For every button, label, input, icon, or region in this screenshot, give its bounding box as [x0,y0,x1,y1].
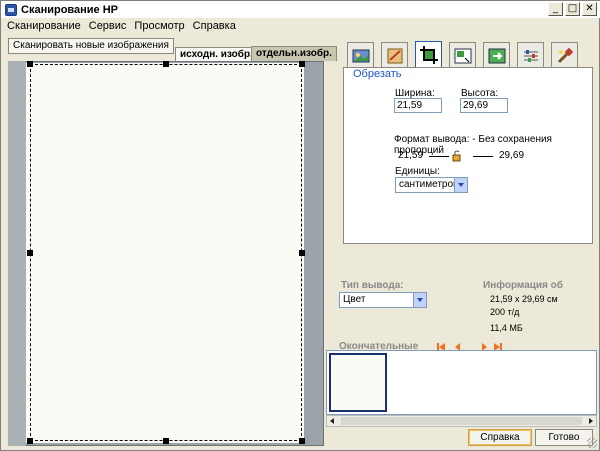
main-window: Сканирование HP _ □ ✕ Сканирование Серви… [0,0,600,451]
crop-handle-bottom[interactable] [163,438,169,444]
unlock-aspect-icon[interactable] [452,150,462,162]
crop-handle-top[interactable] [163,61,169,67]
output-type-select[interactable]: Цвет [339,292,427,308]
scrollbar-track[interactable] [341,417,582,425]
info-dimensions: 21,59 x 29,69 см [490,294,558,304]
window-title: Сканирование HP [21,3,119,16]
ratio-width-value: 21,59 [398,150,424,161]
units-select[interactable]: сантиметров [395,177,468,193]
tab-separate-image[interactable]: отдельн.изобр. [251,46,337,61]
final-image-thumbnail[interactable] [329,353,387,412]
title-bar[interactable]: Сканирование HP _ □ ✕ [1,1,600,18]
done-button[interactable]: Готово [535,429,593,446]
scroll-left-icon[interactable] [327,416,339,426]
chevron-down-icon [413,293,426,307]
info-file-size: 11,4 МБ [490,323,523,333]
crop-handle-bottom-left[interactable] [27,438,33,444]
height-field[interactable]: 29,69 [460,98,508,113]
units-label: Единицы: [395,166,440,177]
ratio-link-line-right [473,156,493,157]
scan-new-images-button[interactable]: Сканировать новые изображения [8,38,174,54]
crop-icon [420,46,438,64]
tool-tab-color[interactable] [483,42,510,67]
crop-handle-bottom-right[interactable] [299,438,305,444]
crop-handle-left[interactable] [27,250,33,256]
tab-original-image[interactable]: исходн. изобр. [175,47,258,61]
tool-tab-tone[interactable] [517,42,544,67]
resize-icon [454,48,472,64]
tool-tab-advanced[interactable] [551,42,578,67]
tool-tab-adjust[interactable] [381,42,408,67]
ratio-link-line-left [429,156,449,157]
resize-grip-icon[interactable] [587,438,597,448]
menu-bar: Сканирование Сервис Просмотр Справка [1,18,600,34]
width-field[interactable]: 21,59 [394,98,442,113]
ratio-height-value: 29,69 [499,150,525,161]
crop-panel-title: Обрезать [353,68,402,80]
output-type-value: Цвет [343,294,366,305]
menu-item-view[interactable]: Просмотр [134,20,184,32]
info-label: Информация об [483,280,563,291]
units-select-value: сантиметров [399,179,459,190]
info-resolution: 200 т/д [490,307,520,317]
thumbnail-scrollbar[interactable] [326,415,597,427]
tone-sliders-icon [524,50,538,62]
maximize-button[interactable]: □ [565,2,580,16]
crop-handle-right[interactable] [299,250,305,256]
output-type-label: Тип вывода: [341,280,404,291]
help-button[interactable]: Справка [468,429,532,446]
chevron-down-icon [454,178,467,192]
color-icon [488,48,506,64]
crop-handle-top-right[interactable] [299,61,305,67]
tool-tab-image-type[interactable] [347,42,374,67]
crop-selection[interactable] [30,64,302,441]
advanced-tools-icon [557,47,574,64]
adjust-image-icon [387,48,403,64]
tool-tab-resize[interactable] [449,42,476,67]
preview-margin [8,61,26,446]
menu-item-service[interactable]: Сервис [89,20,127,32]
image-type-icon [352,49,370,63]
scanner-app-icon [5,3,17,16]
tool-tab-crop[interactable] [415,41,442,68]
menu-item-scan[interactable]: Сканирование [7,20,81,32]
output-format-label: Формат вывода: - Без сохранения пропорци… [394,134,552,156]
window-controls: _ □ ✕ [548,2,597,16]
menu-item-help[interactable]: Справка [193,20,236,32]
scroll-right-icon[interactable] [584,416,596,426]
minimize-button[interactable]: _ [548,2,563,16]
crop-handle-top-left[interactable] [27,61,33,67]
close-button[interactable]: ✕ [582,2,597,16]
